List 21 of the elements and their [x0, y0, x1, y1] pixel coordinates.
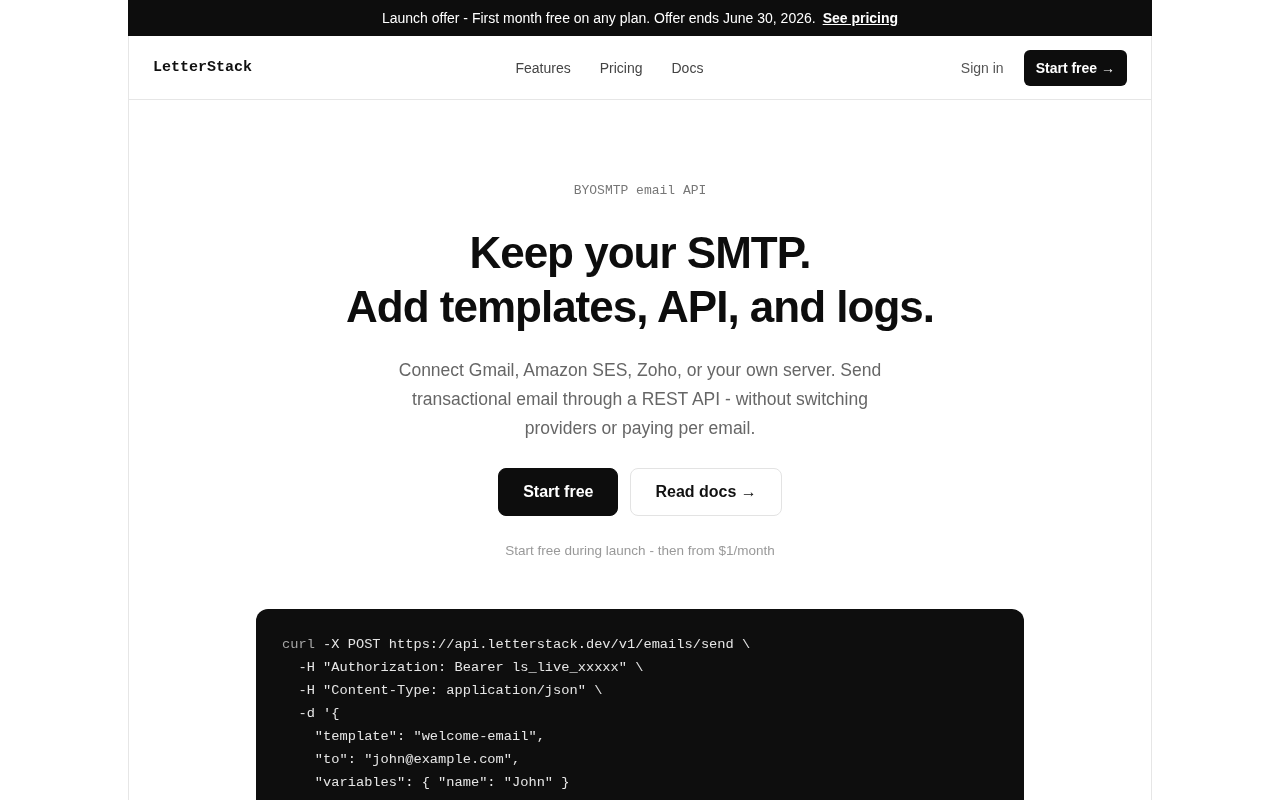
nav-link[interactable]: Pricing	[599, 59, 643, 76]
code-line: curl -X POST https://api.letterstack.dev/v1/emails/send \	[282, 636, 751, 654]
start-free-button[interactable]: Start free →	[1023, 49, 1127, 86]
code-line: "variables": { "name": "John" }	[313, 774, 570, 792]
code-line: "template": "welcome-email",	[313, 728, 545, 746]
banner-text: Launch offer - First month free on any plan. Offer ends June 30, 2026.	[381, 10, 816, 26]
code-line: -H "Content-Type: application/json" \	[297, 682, 603, 700]
hero-heading: Keep your SMTP. Add templates, API, and logs.	[346, 227, 934, 333]
pricing-note: Start free during launch - then from $1/month	[505, 542, 775, 560]
code-line: -d '{	[297, 705, 340, 723]
code-line: -H "Authorization: Bearer ls_live_xxxxx" \	[297, 659, 644, 677]
hero-description: Connect Gmail, Amazon SES, Zoho, or your own server. Send transactional email through a REST API - without switching providers or paying per email.	[397, 359, 883, 440]
start-free-button[interactable]: Start free	[498, 468, 619, 516]
nav-link[interactable]: Features	[515, 59, 571, 76]
eyebrow-label: BYOSMTP email API	[573, 182, 707, 200]
nav-link[interactable]: Docs	[671, 59, 704, 76]
read-docs-button[interactable]: Read docs →	[630, 468, 782, 516]
sign-in-link[interactable]: Sign in	[960, 59, 1004, 76]
see-pricing-link[interactable]: See pricing	[822, 10, 899, 26]
code-line: "to": "john@example.com",	[313, 751, 521, 769]
logo-wordmark[interactable]: LetterStack	[153, 59, 253, 76]
